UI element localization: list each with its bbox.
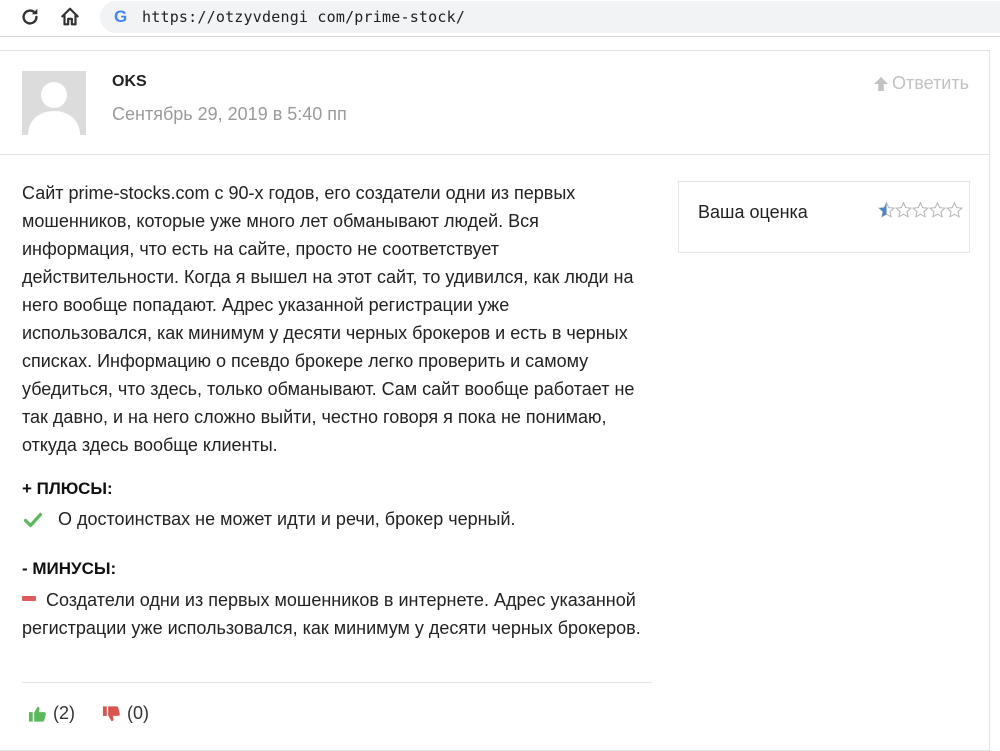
address-bar[interactable]: G https://otzyvdengi com/prime-stock/ xyxy=(100,1,1000,33)
dislike-count: (0) xyxy=(127,703,149,723)
comment-header: OKS Сентябрь 29, 2019 в 5:40 пп Ответить xyxy=(0,51,989,155)
default-avatar-icon xyxy=(22,71,86,135)
like-button[interactable]: (2) xyxy=(28,703,75,724)
comment-text: Сайт prime-stocks.com с 90-х годов, его … xyxy=(22,183,635,455)
thumbs-down-icon xyxy=(102,705,120,721)
comment-date: Сентябрь 29, 2019 в 5:40 пп xyxy=(112,104,347,124)
rating-box: Ваша оценка xyxy=(678,181,970,253)
rating-label: Ваша оценка xyxy=(698,202,808,222)
divider xyxy=(22,682,652,683)
avatar xyxy=(22,71,86,135)
check-icon xyxy=(24,512,42,527)
google-g-icon: G xyxy=(114,7,128,26)
arrow-up-icon xyxy=(874,76,889,91)
home-icon[interactable] xyxy=(56,3,84,31)
like-count: (2) xyxy=(53,703,75,723)
url-text[interactable]: https://otzyvdengi com/prime-stock/ xyxy=(142,8,465,26)
star-empty-icon[interactable] xyxy=(946,201,963,219)
pros-heading: + ПЛЮСЫ: xyxy=(22,479,113,498)
browser-toolbar: G https://otzyvdengi com/prime-stock/ xyxy=(0,0,1000,37)
thumbs-up-icon xyxy=(28,706,46,722)
dislike-button[interactable]: (0) xyxy=(102,703,149,724)
reload-icon[interactable] xyxy=(16,3,44,31)
rating-stars[interactable] xyxy=(878,201,963,219)
star-filled-icon[interactable] xyxy=(878,201,895,219)
pros-item: О достоинствах не может идти и речи, бро… xyxy=(24,509,516,530)
reply-button[interactable]: Ответить xyxy=(872,73,969,94)
comment-card: OKS Сентябрь 29, 2019 в 5:40 пп Ответить… xyxy=(0,50,990,751)
reply-label: Ответить xyxy=(892,73,969,93)
star-empty-icon[interactable] xyxy=(895,201,912,219)
author-name[interactable]: OKS xyxy=(112,73,147,91)
cons-item-text: Создатели одни из первых мошенников в ин… xyxy=(22,590,641,638)
star-empty-icon[interactable] xyxy=(912,201,929,219)
cons-heading: - МИНУСЫ: xyxy=(22,559,117,578)
pros-item-text: О достоинствах не может идти и речи, бро… xyxy=(58,509,516,529)
star-empty-icon[interactable] xyxy=(929,201,946,219)
